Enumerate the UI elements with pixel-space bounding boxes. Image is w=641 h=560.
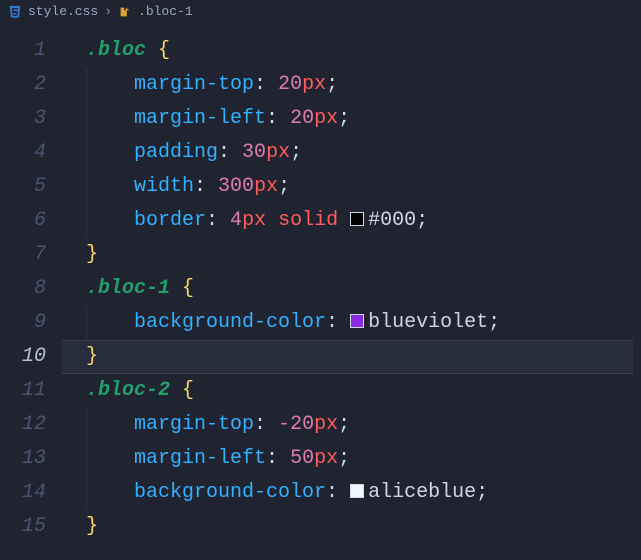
token-color: #000 — [368, 209, 416, 232]
code-line[interactable]: padding: 30px; — [62, 136, 633, 170]
code-line[interactable]: .bloc-2 { — [62, 374, 633, 408]
code-line[interactable]: } — [62, 340, 633, 374]
token-prop: border — [134, 209, 206, 232]
token-num: 50 — [290, 447, 314, 470]
token-unit: px — [314, 447, 338, 470]
token-punct: : — [326, 481, 350, 504]
breadcrumb[interactable]: style.css › .bloc-1 — [0, 0, 641, 26]
code-line[interactable]: margin-left: 20px; — [62, 102, 633, 136]
code-line[interactable]: .bloc { — [62, 34, 633, 68]
code-line[interactable]: background-color: aliceblue; — [62, 476, 633, 510]
css-rule-icon — [118, 5, 132, 19]
token-color: blueviolet — [368, 311, 488, 334]
code-line[interactable]: margin-top: 20px; — [62, 68, 633, 102]
token-punct: : — [266, 447, 290, 470]
token-num: -20 — [278, 413, 314, 436]
token-num: 4 — [230, 209, 242, 232]
token-sel: .bloc-2 — [86, 379, 170, 402]
token-brace: { — [182, 277, 194, 300]
breadcrumb-file[interactable]: style.css — [28, 4, 98, 19]
line-number: 2 — [8, 68, 46, 102]
token-unit: px — [302, 73, 326, 96]
token-punct: ; — [476, 481, 488, 504]
code-line[interactable]: width: 300px; — [62, 170, 633, 204]
token-punct: : — [254, 413, 278, 436]
line-number: 6 — [8, 204, 46, 238]
token-prop: margin-left — [134, 107, 266, 130]
token-unit: px — [254, 175, 278, 198]
token-punct: : — [218, 141, 242, 164]
token-num: 300 — [218, 175, 254, 198]
token-unit: px — [314, 413, 338, 436]
code-area[interactable]: .bloc { margin-top: 20px; margin-left: 2… — [62, 26, 641, 560]
line-number: 1 — [8, 34, 46, 68]
color-swatch-icon[interactable] — [350, 484, 364, 498]
token-punct: : — [254, 73, 278, 96]
line-number: 11 — [8, 374, 46, 408]
token-punct: ; — [338, 413, 350, 436]
token-sel: .bloc — [86, 39, 146, 62]
code-editor[interactable]: 123456789101112131415 .bloc { margin-top… — [0, 26, 641, 560]
token-brace: { — [158, 39, 170, 62]
line-number: 10 — [8, 340, 46, 374]
token-punct: : — [194, 175, 218, 198]
code-line[interactable]: .bloc-1 { — [62, 272, 633, 306]
token-punct: ; — [416, 209, 428, 232]
chevron-right-icon: › — [104, 4, 112, 19]
token-num: 30 — [242, 141, 266, 164]
token-unit: px — [314, 107, 338, 130]
token-punct: ; — [278, 175, 290, 198]
token-unit: px — [242, 209, 266, 232]
line-number: 7 — [8, 238, 46, 272]
code-line[interactable]: border: 4px solid #000; — [62, 204, 633, 238]
line-number: 3 — [8, 102, 46, 136]
token-prop: margin-top — [134, 73, 254, 96]
token-color: aliceblue — [368, 481, 476, 504]
line-number: 14 — [8, 476, 46, 510]
breadcrumb-symbol[interactable]: .bloc-1 — [138, 4, 193, 19]
token-punct: ; — [326, 73, 338, 96]
code-line[interactable]: background-color: blueviolet; — [62, 306, 633, 340]
token-num: 20 — [290, 107, 314, 130]
token-num: 20 — [278, 73, 302, 96]
line-number: 15 — [8, 510, 46, 544]
token-prop: background-color — [134, 311, 326, 334]
line-number: 12 — [8, 408, 46, 442]
token-prop: width — [134, 175, 194, 198]
token-brace: } — [86, 345, 98, 368]
code-line[interactable]: } — [62, 510, 633, 544]
token-punct: ; — [338, 447, 350, 470]
token-punct: : — [266, 107, 290, 130]
token-prop: margin-top — [134, 413, 254, 436]
token-punct: ; — [488, 311, 500, 334]
token-punct: : — [206, 209, 230, 232]
line-number: 13 — [8, 442, 46, 476]
token-punct: ; — [338, 107, 350, 130]
token-unit: px — [266, 141, 290, 164]
token-brace: } — [86, 243, 98, 266]
color-swatch-icon[interactable] — [350, 212, 364, 226]
token-brace: { — [182, 379, 194, 402]
line-number: 4 — [8, 136, 46, 170]
line-number: 9 — [8, 306, 46, 340]
code-line[interactable]: margin-left: 50px; — [62, 442, 633, 476]
code-line[interactable]: margin-top: -20px; — [62, 408, 633, 442]
css-file-icon — [8, 5, 22, 19]
token-ident: solid — [278, 209, 338, 232]
token-sel: .bloc-1 — [86, 277, 170, 300]
token-prop: padding — [134, 141, 218, 164]
token-prop: background-color — [134, 481, 326, 504]
token-prop: margin-left — [134, 447, 266, 470]
token-brace: } — [86, 515, 98, 538]
token-punct: : — [326, 311, 350, 334]
color-swatch-icon[interactable] — [350, 314, 364, 328]
code-line[interactable]: } — [62, 238, 633, 272]
line-number-gutter: 123456789101112131415 — [0, 26, 62, 560]
line-number: 8 — [8, 272, 46, 306]
token-punct: ; — [290, 141, 302, 164]
line-number: 5 — [8, 170, 46, 204]
